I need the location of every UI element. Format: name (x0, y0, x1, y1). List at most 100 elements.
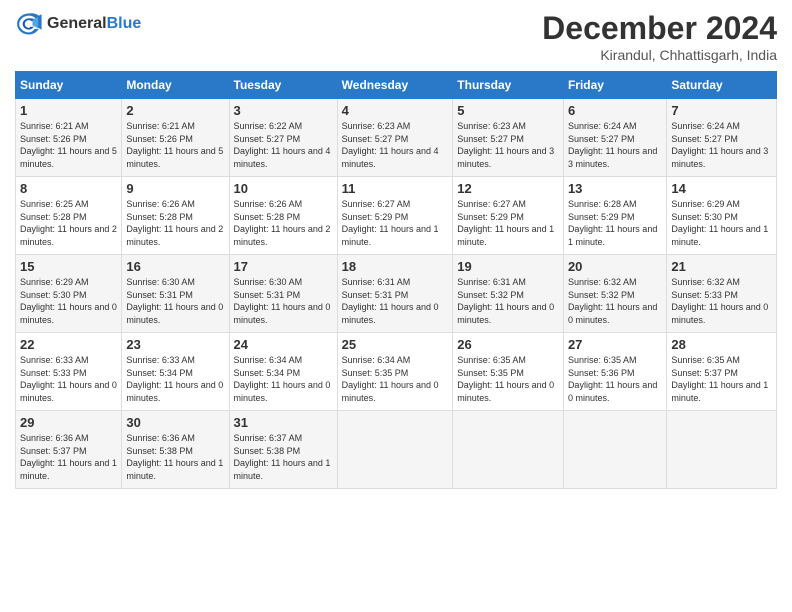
calendar-cell: 28 Sunrise: 6:35 AM Sunset: 5:37 PM Dayl… (667, 333, 777, 411)
calendar-cell: 15 Sunrise: 6:29 AM Sunset: 5:30 PM Dayl… (16, 255, 122, 333)
day-info: Sunrise: 6:37 AM Sunset: 5:38 PM Dayligh… (234, 432, 333, 482)
calendar-cell: 23 Sunrise: 6:33 AM Sunset: 5:34 PM Dayl… (122, 333, 229, 411)
day-info: Sunrise: 6:29 AM Sunset: 5:30 PM Dayligh… (671, 198, 772, 248)
day-number: 21 (671, 259, 772, 274)
day-number: 6 (568, 103, 662, 118)
calendar-cell: 12 Sunrise: 6:27 AM Sunset: 5:29 PM Dayl… (453, 177, 564, 255)
day-info: Sunrise: 6:28 AM Sunset: 5:29 PM Dayligh… (568, 198, 662, 248)
page: GeneralBlue December 2024 Kirandul, Chha… (0, 0, 792, 499)
day-info: Sunrise: 6:35 AM Sunset: 5:37 PM Dayligh… (671, 354, 772, 404)
header-day-thursday: Thursday (453, 72, 564, 99)
day-number: 23 (126, 337, 224, 352)
day-number: 19 (457, 259, 559, 274)
day-number: 13 (568, 181, 662, 196)
calendar-cell (563, 411, 666, 489)
logo-text: GeneralBlue (47, 15, 141, 33)
day-number: 27 (568, 337, 662, 352)
calendar-cell: 2 Sunrise: 6:21 AM Sunset: 5:26 PM Dayli… (122, 99, 229, 177)
day-info: Sunrise: 6:27 AM Sunset: 5:29 PM Dayligh… (457, 198, 559, 248)
title-block: December 2024 Kirandul, Chhattisgarh, In… (542, 10, 777, 63)
day-number: 20 (568, 259, 662, 274)
day-info: Sunrise: 6:26 AM Sunset: 5:28 PM Dayligh… (126, 198, 224, 248)
day-number: 14 (671, 181, 772, 196)
day-number: 8 (20, 181, 117, 196)
calendar-week-5: 29 Sunrise: 6:36 AM Sunset: 5:37 PM Dayl… (16, 411, 777, 489)
day-number: 3 (234, 103, 333, 118)
day-number: 26 (457, 337, 559, 352)
day-number: 25 (342, 337, 449, 352)
header-day-monday: Monday (122, 72, 229, 99)
day-number: 24 (234, 337, 333, 352)
calendar-cell: 4 Sunrise: 6:23 AM Sunset: 5:27 PM Dayli… (337, 99, 453, 177)
header-day-tuesday: Tuesday (229, 72, 337, 99)
day-number: 12 (457, 181, 559, 196)
month-title: December 2024 (542, 10, 777, 47)
calendar-cell: 22 Sunrise: 6:33 AM Sunset: 5:33 PM Dayl… (16, 333, 122, 411)
calendar-cell: 9 Sunrise: 6:26 AM Sunset: 5:28 PM Dayli… (122, 177, 229, 255)
calendar-cell: 21 Sunrise: 6:32 AM Sunset: 5:33 PM Dayl… (667, 255, 777, 333)
calendar-cell: 6 Sunrise: 6:24 AM Sunset: 5:27 PM Dayli… (563, 99, 666, 177)
day-info: Sunrise: 6:31 AM Sunset: 5:32 PM Dayligh… (457, 276, 559, 326)
day-number: 17 (234, 259, 333, 274)
calendar-week-2: 8 Sunrise: 6:25 AM Sunset: 5:28 PM Dayli… (16, 177, 777, 255)
header-day-sunday: Sunday (16, 72, 122, 99)
day-info: Sunrise: 6:34 AM Sunset: 5:35 PM Dayligh… (342, 354, 449, 404)
calendar-cell: 27 Sunrise: 6:35 AM Sunset: 5:36 PM Dayl… (563, 333, 666, 411)
day-number: 16 (126, 259, 224, 274)
calendar-week-1: 1 Sunrise: 6:21 AM Sunset: 5:26 PM Dayli… (16, 99, 777, 177)
calendar-cell: 25 Sunrise: 6:34 AM Sunset: 5:35 PM Dayl… (337, 333, 453, 411)
calendar-week-3: 15 Sunrise: 6:29 AM Sunset: 5:30 PM Dayl… (16, 255, 777, 333)
day-number: 10 (234, 181, 333, 196)
calendar-cell: 31 Sunrise: 6:37 AM Sunset: 5:38 PM Dayl… (229, 411, 337, 489)
day-info: Sunrise: 6:27 AM Sunset: 5:29 PM Dayligh… (342, 198, 449, 248)
header-day-saturday: Saturday (667, 72, 777, 99)
calendar-cell: 10 Sunrise: 6:26 AM Sunset: 5:28 PM Dayl… (229, 177, 337, 255)
day-info: Sunrise: 6:30 AM Sunset: 5:31 PM Dayligh… (234, 276, 333, 326)
calendar-cell: 16 Sunrise: 6:30 AM Sunset: 5:31 PM Dayl… (122, 255, 229, 333)
header-day-wednesday: Wednesday (337, 72, 453, 99)
day-info: Sunrise: 6:26 AM Sunset: 5:28 PM Dayligh… (234, 198, 333, 248)
calendar-cell: 19 Sunrise: 6:31 AM Sunset: 5:32 PM Dayl… (453, 255, 564, 333)
day-info: Sunrise: 6:33 AM Sunset: 5:33 PM Dayligh… (20, 354, 117, 404)
logo: GeneralBlue (15, 10, 141, 38)
day-number: 5 (457, 103, 559, 118)
logo-icon (15, 10, 43, 38)
day-info: Sunrise: 6:35 AM Sunset: 5:36 PM Dayligh… (568, 354, 662, 404)
day-info: Sunrise: 6:23 AM Sunset: 5:27 PM Dayligh… (342, 120, 449, 170)
calendar-cell: 1 Sunrise: 6:21 AM Sunset: 5:26 PM Dayli… (16, 99, 122, 177)
calendar-cell (453, 411, 564, 489)
day-number: 1 (20, 103, 117, 118)
calendar-cell: 3 Sunrise: 6:22 AM Sunset: 5:27 PM Dayli… (229, 99, 337, 177)
calendar-cell: 20 Sunrise: 6:32 AM Sunset: 5:32 PM Dayl… (563, 255, 666, 333)
day-info: Sunrise: 6:36 AM Sunset: 5:38 PM Dayligh… (126, 432, 224, 482)
calendar-cell: 13 Sunrise: 6:28 AM Sunset: 5:29 PM Dayl… (563, 177, 666, 255)
calendar-cell: 14 Sunrise: 6:29 AM Sunset: 5:30 PM Dayl… (667, 177, 777, 255)
day-info: Sunrise: 6:35 AM Sunset: 5:35 PM Dayligh… (457, 354, 559, 404)
day-number: 9 (126, 181, 224, 196)
calendar-cell: 24 Sunrise: 6:34 AM Sunset: 5:34 PM Dayl… (229, 333, 337, 411)
subtitle: Kirandul, Chhattisgarh, India (542, 47, 777, 63)
day-number: 4 (342, 103, 449, 118)
day-info: Sunrise: 6:22 AM Sunset: 5:27 PM Dayligh… (234, 120, 333, 170)
day-number: 31 (234, 415, 333, 430)
day-info: Sunrise: 6:21 AM Sunset: 5:26 PM Dayligh… (20, 120, 117, 170)
day-info: Sunrise: 6:24 AM Sunset: 5:27 PM Dayligh… (671, 120, 772, 170)
calendar-week-4: 22 Sunrise: 6:33 AM Sunset: 5:33 PM Dayl… (16, 333, 777, 411)
day-info: Sunrise: 6:23 AM Sunset: 5:27 PM Dayligh… (457, 120, 559, 170)
day-number: 15 (20, 259, 117, 274)
header-day-friday: Friday (563, 72, 666, 99)
calendar-cell: 8 Sunrise: 6:25 AM Sunset: 5:28 PM Dayli… (16, 177, 122, 255)
day-number: 7 (671, 103, 772, 118)
calendar-table: SundayMondayTuesdayWednesdayThursdayFrid… (15, 71, 777, 489)
day-number: 11 (342, 181, 449, 196)
header: GeneralBlue December 2024 Kirandul, Chha… (15, 10, 777, 63)
day-info: Sunrise: 6:21 AM Sunset: 5:26 PM Dayligh… (126, 120, 224, 170)
day-number: 22 (20, 337, 117, 352)
calendar-cell (337, 411, 453, 489)
header-row: SundayMondayTuesdayWednesdayThursdayFrid… (16, 72, 777, 99)
day-info: Sunrise: 6:32 AM Sunset: 5:33 PM Dayligh… (671, 276, 772, 326)
day-number: 30 (126, 415, 224, 430)
calendar-cell: 7 Sunrise: 6:24 AM Sunset: 5:27 PM Dayli… (667, 99, 777, 177)
calendar-cell: 11 Sunrise: 6:27 AM Sunset: 5:29 PM Dayl… (337, 177, 453, 255)
day-number: 28 (671, 337, 772, 352)
